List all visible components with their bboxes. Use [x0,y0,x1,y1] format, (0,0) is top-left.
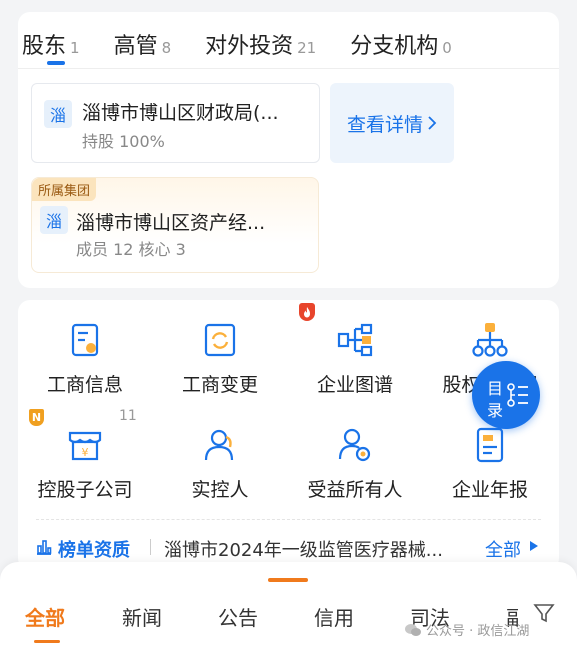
beneficiary-icon [338,428,371,462]
feature-beneficial-owners[interactable]: 受益所有人 [290,425,420,502]
business-info-icon [71,323,99,357]
wechat-icon [405,623,421,636]
news-bottom-sheet[interactable] [0,562,577,653]
person-icon [204,429,234,461]
chevron-right-icon [428,116,437,130]
watermark: 公众号 · 政信江湖 [404,620,529,639]
tab-label: 高管 [113,34,158,59]
ranking-item[interactable]: 淄博市2024年一级监管医疗器械... [164,536,443,562]
business-change-icon [204,323,236,357]
feature-business-changes[interactable]: 工商变更 [155,320,285,397]
watermark-text: 公众号 · 政信江湖 [426,624,530,639]
group-tag: 所属集团 [32,178,97,201]
tab-credit[interactable]: 信用 [314,602,354,631]
tab-all[interactable]: 全部 [25,602,65,631]
feature-business-info[interactable]: 工商信息 [20,320,150,397]
svg-text:¥: ¥ [82,446,89,459]
toc-label-line1: 目 [487,379,504,398]
ranking-all-link[interactable]: 全部 [485,536,521,562]
hot-badge-icon [299,303,315,321]
feature-subsidiaries[interactable]: ¥ 控股子公司 [20,425,150,502]
new-badge: N [29,409,44,426]
feature-label: 控股子公司 [37,479,133,501]
annual-report-icon [476,427,504,463]
divider [18,68,559,69]
feature-label: 工商变更 [181,374,258,396]
tab-investments[interactable]: 对外投资 21 [205,28,316,60]
tab-count: 1 [70,39,80,57]
view-details-button[interactable]: 查看详情 [330,83,454,163]
storefront-icon: ¥ [68,431,102,461]
feature-label: 实控人 [191,479,249,501]
shareholding-ratio: 持股 100% [82,132,165,151]
tab-shareholders[interactable]: 股东 1 [22,28,80,60]
divider [150,539,151,555]
bar-chart-icon [37,540,52,555]
enterprise-graph-icon [337,323,373,357]
group-name: 淄博市博山区资产经... [76,212,266,234]
group-logo: 淄 [40,206,68,234]
tab-label: 对外投资 [205,34,294,59]
group-item[interactable]: 所属集团 淄 淄博市博山区资产经... 成员 12 核心 3 [31,177,319,273]
feature-enterprise-graph[interactable]: 企业图谱 [290,320,420,397]
list-tree-icon [507,383,528,407]
feature-label: 企业图谱 [316,374,393,396]
feature-controller[interactable]: 实控人 [155,425,285,502]
tab-count: 8 [161,39,172,57]
company-logo: 淄 [44,100,72,128]
triangle-right-icon [530,541,538,551]
equity-structure-icon [472,323,508,357]
table-of-contents-button[interactable]: 目 录 [472,361,540,429]
tab-label: 股东 [22,34,67,59]
group-members: 成员 12 核心 3 [76,240,186,259]
feature-label: 受益所有人 [307,479,403,501]
ranking-title: 榜单资质 [58,540,130,561]
shareholder-item[interactable]: 淄 淄博市博山区财政局(... 持股 100% [31,83,320,163]
tab-count: 0 [442,39,452,57]
sheet-drag-handle[interactable] [268,578,308,582]
tab-news[interactable]: 新闻 [122,602,162,631]
feature-label: 工商信息 [46,374,123,396]
toc-label-line2: 录 [487,401,504,420]
tab-executives[interactable]: 高管 8 [114,28,172,60]
feature-annual-report[interactable]: 企业年报 [425,425,555,502]
tab-label: 分支机构 [350,34,439,59]
tab-branches[interactable]: 分支机构 0 [350,28,452,60]
view-details-label: 查看详情 [346,113,423,136]
active-tab-indicator [47,61,65,65]
relation-tabs: 股东 1 高管 8 对外投资 21 分支机构 0 [22,28,486,60]
tab-count: 21 [297,39,317,57]
divider [36,519,541,520]
tab-announcements[interactable]: 公告 [218,602,258,631]
filter-icon[interactable] [533,602,555,624]
subsidiary-count: 11 [119,408,137,424]
feature-label: 企业年报 [451,479,528,501]
active-tab-indicator [34,640,60,643]
shareholder-name: 淄博市博山区财政局(... [82,102,279,124]
